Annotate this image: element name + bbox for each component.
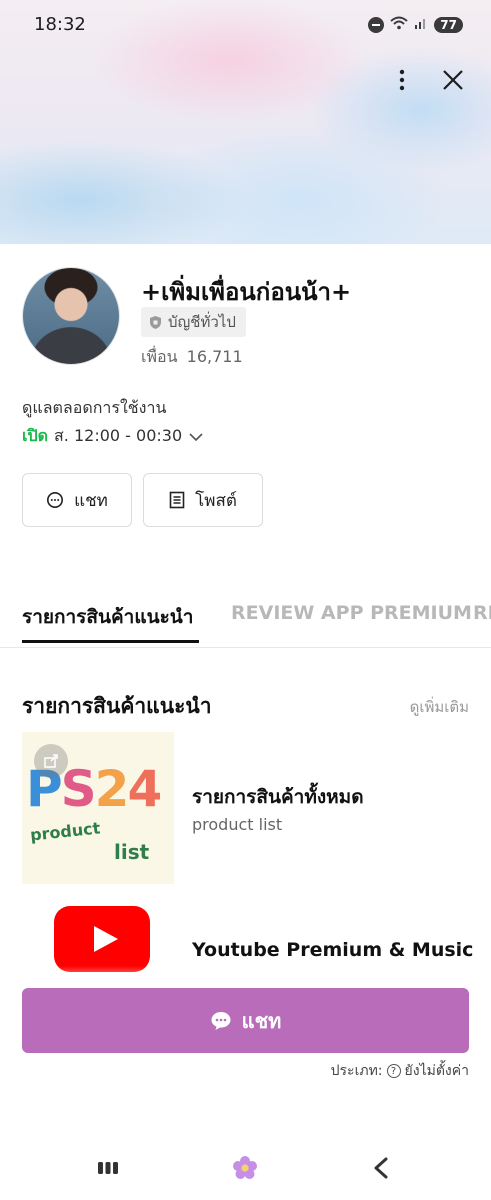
avatar[interactable]	[22, 267, 120, 365]
ps24-list-text: list	[114, 840, 150, 864]
friends-count: เพื่อน 16,711	[141, 345, 243, 370]
posts-button-label: โพสต์	[195, 490, 237, 511]
wifi-icon	[390, 15, 408, 34]
status-icons: 77	[368, 15, 463, 34]
close-icon	[443, 70, 463, 90]
tab-review-app-premium[interactable]: REVIEW APP PREMIUM	[231, 602, 472, 624]
signal-icon	[414, 15, 428, 34]
tab-bar: รายการสินค้าแนะนำ REVIEW APP PREMIUM RE	[0, 596, 491, 648]
back-chevron-icon	[374, 1157, 388, 1179]
help-icon: ?	[386, 1064, 401, 1078]
chevron-down-icon	[189, 432, 203, 441]
share-icon	[44, 754, 58, 768]
tab-next[interactable]: RE	[473, 602, 491, 624]
close-button[interactable]	[437, 64, 469, 96]
battery-indicator: 77	[434, 16, 463, 33]
product-subtitle: product list	[192, 815, 283, 834]
youtube-logo-icon	[54, 906, 150, 972]
open-status: เปิด	[22, 426, 49, 445]
scroll-fade	[0, 966, 491, 990]
chat-bubble-icon	[47, 492, 64, 508]
recent-apps-button[interactable]	[88, 1152, 128, 1184]
recent-apps-icon	[98, 1162, 118, 1174]
hours-time: ส. 12:00 - 00:30	[54, 426, 183, 445]
document-icon	[169, 491, 185, 509]
more-vertical-icon	[399, 69, 405, 91]
status-time: 18:32	[34, 14, 86, 35]
active-tab-indicator	[22, 640, 199, 643]
chat-button[interactable]: แชท	[22, 473, 132, 527]
type-setting[interactable]: ประเภท: ? ยังไม่ตั้งค่า	[331, 1060, 469, 1082]
home-button[interactable]	[225, 1152, 265, 1184]
more-options-button[interactable]	[386, 64, 418, 96]
chat-bubble-icon	[211, 1011, 231, 1030]
type-label: ประเภท:	[330, 1063, 383, 1079]
product-name[interactable]: รายการสินค้าทั้งหมด	[192, 782, 364, 812]
share-badge[interactable]	[34, 744, 68, 778]
product-thumbnail-youtube[interactable]	[22, 902, 174, 972]
hours-title: ดูแลตลอดการใช้งาน	[22, 398, 167, 417]
system-navigation-bar	[0, 1140, 491, 1196]
main-chat-button[interactable]: แชท	[22, 988, 469, 1053]
account-type-badge: บัญชีทั่วไป	[141, 307, 246, 337]
type-value: ยังไม่ตั้งค่า	[404, 1063, 469, 1079]
ps24-product-text: product	[29, 818, 102, 845]
friends-number: 16,711	[186, 347, 243, 366]
shield-icon	[150, 315, 161, 329]
cover-image	[0, 0, 491, 244]
account-name: +เพิ่มเพื่อนก่อนน้า+	[141, 278, 352, 306]
tab-recommended-products[interactable]: รายการสินค้าแนะนำ	[22, 602, 193, 632]
chat-button-label: แชท	[74, 490, 108, 511]
product-name[interactable]: Youtube Premium & Music	[192, 939, 473, 961]
business-hours[interactable]: เปิด ส. 12:00 - 00:30	[22, 424, 204, 449]
main-chat-label: แชท	[241, 1008, 282, 1033]
do-not-disturb-icon	[368, 16, 385, 33]
back-button[interactable]	[361, 1152, 401, 1184]
product-thumbnail-ps24[interactable]: PS24 product list	[22, 732, 174, 884]
account-type-label: บัญชีทั่วไป	[168, 313, 236, 331]
posts-button[interactable]: โพสต์	[143, 473, 263, 527]
see-more-link[interactable]: ดูเพิ่มเติม	[410, 695, 469, 719]
flower-home-icon	[233, 1156, 257, 1179]
section-title: รายการสินค้าแนะนำ	[22, 694, 212, 718]
friends-label: เพื่อน	[141, 347, 178, 366]
